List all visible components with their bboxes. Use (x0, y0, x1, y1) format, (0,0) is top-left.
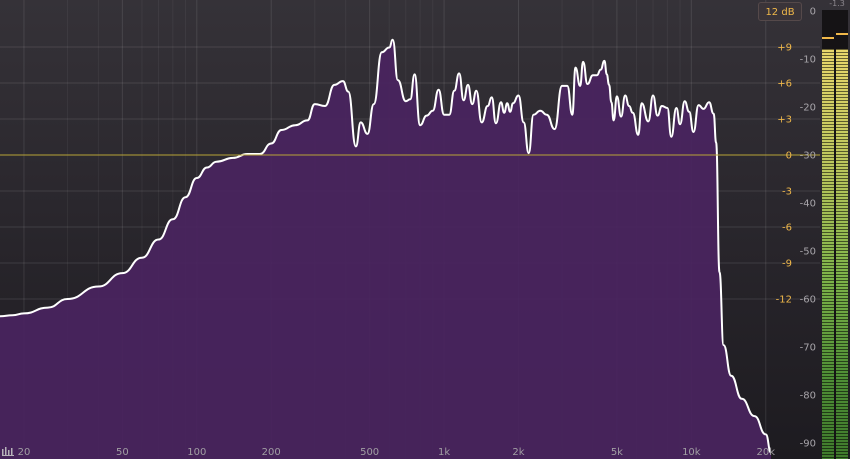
gain-scale-label: -3 (782, 187, 792, 198)
meter-left-channel (822, 10, 834, 459)
frequency-scale-label: 20 (18, 447, 31, 458)
meter-left-peak (822, 37, 834, 40)
frequency-scale-label: 10k (682, 447, 701, 458)
frequency-scale-label: 500 (360, 447, 379, 458)
level-scale-label: -40 (800, 199, 816, 210)
meter-left-fill (822, 49, 834, 459)
frequency-scale-label: 2k (512, 447, 524, 458)
spectrum-analyzer: +9 +6 +3 0 -3 -6 -9 -12 0 -10 -20 -30 -40 -50 -60 -70 -… (0, 0, 850, 459)
level-scale: 0 -10 -20 -30 -40 -50 -60 -70 -80 -90 (800, 7, 816, 450)
frequency-scale-label: 1k (438, 447, 450, 458)
level-scale-label: -50 (800, 247, 816, 258)
gain-scale-label: +3 (777, 115, 792, 126)
meter-right-channel (836, 10, 848, 459)
frequency-scale-label: 20k (757, 447, 776, 458)
gain-scale: +9 +6 +3 0 -3 -6 -9 -12 (776, 43, 792, 306)
frequency-scale-label: 5k (611, 447, 623, 458)
frequency-scale-label: 200 (262, 447, 281, 458)
gain-scale-label: -6 (782, 223, 792, 234)
meter-right-peak (836, 32, 848, 35)
level-scale-label: -70 (800, 343, 816, 354)
range-button[interactable]: 12 dB (758, 2, 802, 21)
meter-right-fill (836, 49, 848, 459)
level-scale-label: -10 (800, 55, 816, 66)
frequency-scale-label: 50 (116, 447, 129, 458)
analyzer-bars-icon[interactable] (2, 446, 14, 456)
gain-scale-label: -9 (782, 259, 792, 270)
gain-scale-label: -12 (776, 295, 792, 306)
level-scale-label: -30 (800, 151, 816, 162)
level-scale-label: -60 (800, 295, 816, 306)
peak-readout: -1.3 (829, 0, 845, 8)
gain-scale-label: +9 (777, 43, 792, 54)
level-scale-label: -20 (800, 103, 816, 114)
gain-scale-label: +6 (777, 79, 792, 90)
frequency-scale-label: 100 (187, 447, 206, 458)
level-scale-label: -80 (800, 391, 816, 402)
level-scale-label: -90 (800, 439, 816, 450)
gain-scale-label: 0 (786, 151, 792, 162)
spectrum-display: +9 +6 +3 0 -3 -6 -9 -12 0 -10 -20 -30 -40 -50 -60 -70 -… (0, 0, 820, 459)
level-scale-label: 0 (810, 7, 816, 18)
